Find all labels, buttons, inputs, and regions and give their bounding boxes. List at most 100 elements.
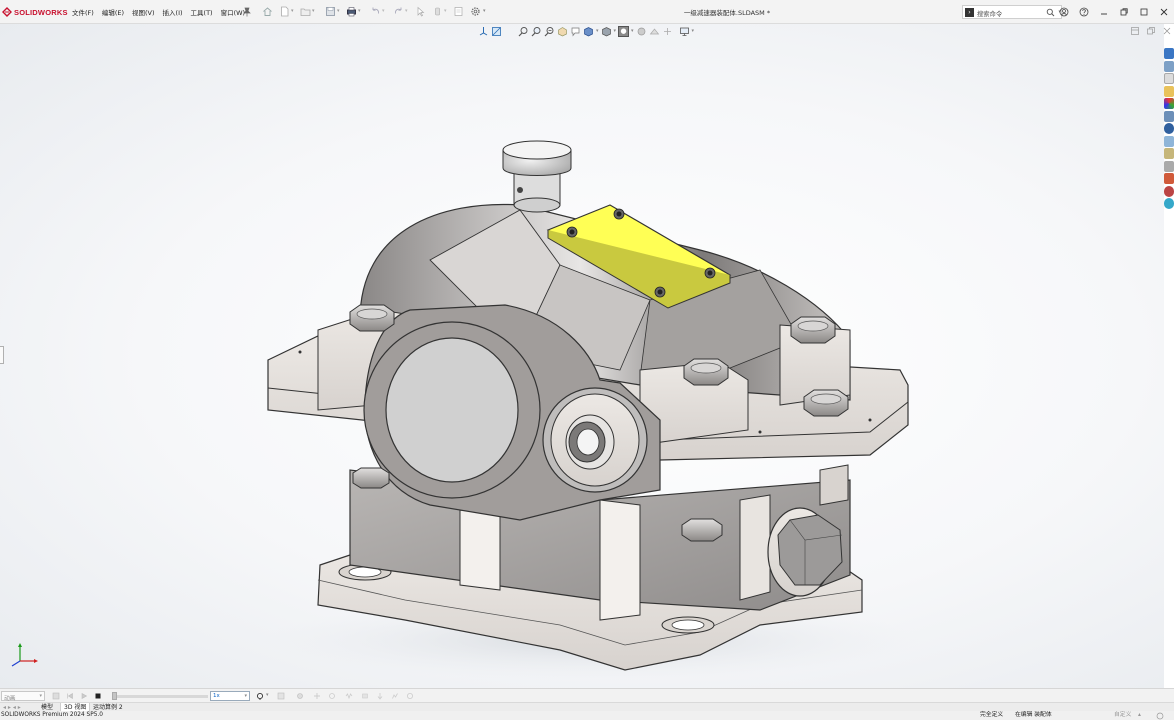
help-cube-icon[interactable]: [1164, 185, 1174, 197]
gear-reducer-assembly-model[interactable]: [0, 24, 1164, 688]
undo-icon[interactable]: [370, 6, 381, 17]
title-bar: SOLIDWORKS 文件(F) 编辑(E) 视图(V) 插入(I) 工具(T)…: [0, 0, 1174, 24]
command-prompt-icon: ›: [965, 8, 974, 17]
playback-speed-value: 1x: [213, 693, 220, 699]
autokey-icon[interactable]: [296, 692, 304, 700]
motor-icon[interactable]: [328, 692, 336, 700]
appearances-icon[interactable]: [1164, 98, 1174, 109]
search-commands[interactable]: › 搜索命令 ▾: [962, 5, 1062, 19]
status-editing: 在编辑 装配体: [1015, 712, 1052, 718]
status-definition: 完全定义: [980, 712, 1004, 718]
view-settings-icon[interactable]: [662, 26, 673, 37]
contact-icon[interactable]: [361, 692, 369, 700]
redo-icon[interactable]: [393, 6, 404, 17]
search-input[interactable]: 搜索命令: [977, 9, 1002, 18]
brand-label: SOLIDWORKS: [14, 7, 68, 17]
spring-icon[interactable]: [345, 692, 353, 700]
hide-show-icon[interactable]: ●: [618, 25, 630, 37]
menu-insert[interactable]: 插入(I): [163, 7, 183, 17]
zoom-to-fit-icon[interactable]: [518, 26, 529, 37]
toolbox-icon[interactable]: [1164, 148, 1174, 159]
home-icon[interactable]: [262, 6, 273, 17]
close-document-icon[interactable]: [1162, 26, 1172, 36]
pdm-icon[interactable]: [1164, 160, 1174, 172]
maximize-icon[interactable]: [1134, 0, 1154, 24]
file-properties-icon[interactable]: [453, 6, 464, 17]
help-icon[interactable]: [1074, 0, 1094, 24]
view-orientation-cube-icon[interactable]: [583, 26, 594, 37]
menu-view[interactable]: 视图(V): [132, 7, 155, 17]
product-version: SOLIDWORKS Premium 2024 SP5.0: [1, 712, 103, 718]
menu-edit[interactable]: 编辑(E): [102, 7, 124, 17]
zoom-area-icon[interactable]: [531, 26, 542, 37]
apply-scene-icon[interactable]: [649, 26, 660, 37]
pushpin-icon[interactable]: [243, 7, 251, 17]
view-palette-icon[interactable]: [1164, 85, 1174, 97]
motion-study-properties-icon[interactable]: [406, 692, 414, 700]
account-icon[interactable]: [1054, 0, 1074, 24]
window-controls: [1054, 0, 1174, 24]
heads-up-view-toolbar: ▾ ▾ ● ▾ ▾: [478, 24, 694, 38]
select-icon[interactable]: [415, 6, 426, 17]
menu-file[interactable]: 文件(F): [72, 7, 94, 17]
custom-properties-icon[interactable]: [1164, 110, 1174, 122]
playback-slider-track: [112, 695, 208, 698]
edit-appearance-icon[interactable]: [636, 26, 647, 37]
search-pane-icon[interactable]: [1164, 198, 1174, 209]
display-monitor-icon[interactable]: [679, 26, 690, 37]
graphics-area[interactable]: [0, 24, 1164, 688]
forum-icon[interactable]: [1164, 135, 1174, 147]
calculate-icon[interactable]: [52, 692, 60, 700]
playback-slider-handle[interactable]: [112, 692, 117, 700]
section-icon[interactable]: [491, 26, 502, 37]
new-document-icon[interactable]: [279, 6, 290, 17]
motion-icon[interactable]: [1164, 173, 1174, 184]
design-library-icon[interactable]: [1164, 60, 1174, 72]
coordinate-triad-icon: [11, 643, 38, 667]
view-orientation-icon[interactable]: [478, 26, 489, 37]
play-icon[interactable]: [80, 692, 88, 700]
save-animation-icon[interactable]: [256, 692, 264, 700]
play-from-start-icon[interactable]: [66, 692, 74, 700]
gravity-icon[interactable]: [376, 692, 384, 700]
chevron-down-icon: ▾: [39, 693, 42, 699]
study-type-value: 动画: [4, 696, 16, 702]
rebuild-icon[interactable]: [432, 6, 443, 17]
close-icon[interactable]: [1154, 0, 1174, 24]
minimize-icon[interactable]: [1094, 0, 1114, 24]
task-pane-tabs: [1164, 48, 1174, 211]
study-type-dropdown[interactable]: 动画 ▾: [1, 691, 45, 702]
add-key-icon[interactable]: [313, 692, 321, 700]
results-icon[interactable]: [391, 692, 399, 700]
save-icon[interactable]: [325, 6, 336, 17]
menu-tools[interactable]: 工具(T): [191, 7, 213, 17]
options-icon[interactable]: [470, 6, 481, 17]
restore-icon[interactable]: [1114, 0, 1134, 24]
feature-manager-collapse-handle[interactable]: [0, 346, 4, 364]
viewport-window-controls: [1124, 26, 1172, 36]
section-view-icon[interactable]: [557, 26, 568, 37]
solidworks-resources-icon[interactable]: [1164, 48, 1174, 59]
motion-study-toolbar: 动画 ▾ 1x ▾ ▾: [0, 688, 1174, 702]
file-explorer-icon[interactable]: [1164, 73, 1174, 84]
status-help-icon[interactable]: [1156, 712, 1164, 720]
menu-window[interactable]: 窗口(W): [221, 7, 246, 17]
previous-view-icon[interactable]: [544, 26, 555, 37]
stop-icon[interactable]: [94, 692, 102, 700]
tile-view-icon[interactable]: [1130, 26, 1140, 36]
3dexperience-icon[interactable]: [1164, 123, 1174, 134]
chevron-down-icon: ▾: [244, 693, 247, 699]
restore-view-icon[interactable]: [1146, 26, 1156, 36]
animation-wizard-icon[interactable]: [277, 692, 285, 700]
menu-bar: 文件(F) 编辑(E) 视图(V) 插入(I) 工具(T) 窗口(W): [72, 7, 253, 17]
display-style-icon[interactable]: [601, 26, 612, 37]
playback-speed-dropdown[interactable]: 1x ▾: [210, 691, 250, 701]
solidworks-logo[interactable]: SOLIDWORKS: [2, 6, 68, 18]
status-bar: SOLIDWORKS Premium 2024 SP5.0 完全定义 在编辑 装…: [0, 711, 1174, 720]
dynamic-annotation-icon[interactable]: [570, 26, 581, 37]
open-folder-icon[interactable]: [300, 6, 311, 17]
status-units[interactable]: 自定义: [1114, 711, 1131, 720]
status-units-chevron-icon: ▴: [1138, 712, 1141, 718]
document-title: 一级减速器装配体.SLDASM *: [683, 9, 771, 17]
print-icon[interactable]: [346, 6, 357, 17]
